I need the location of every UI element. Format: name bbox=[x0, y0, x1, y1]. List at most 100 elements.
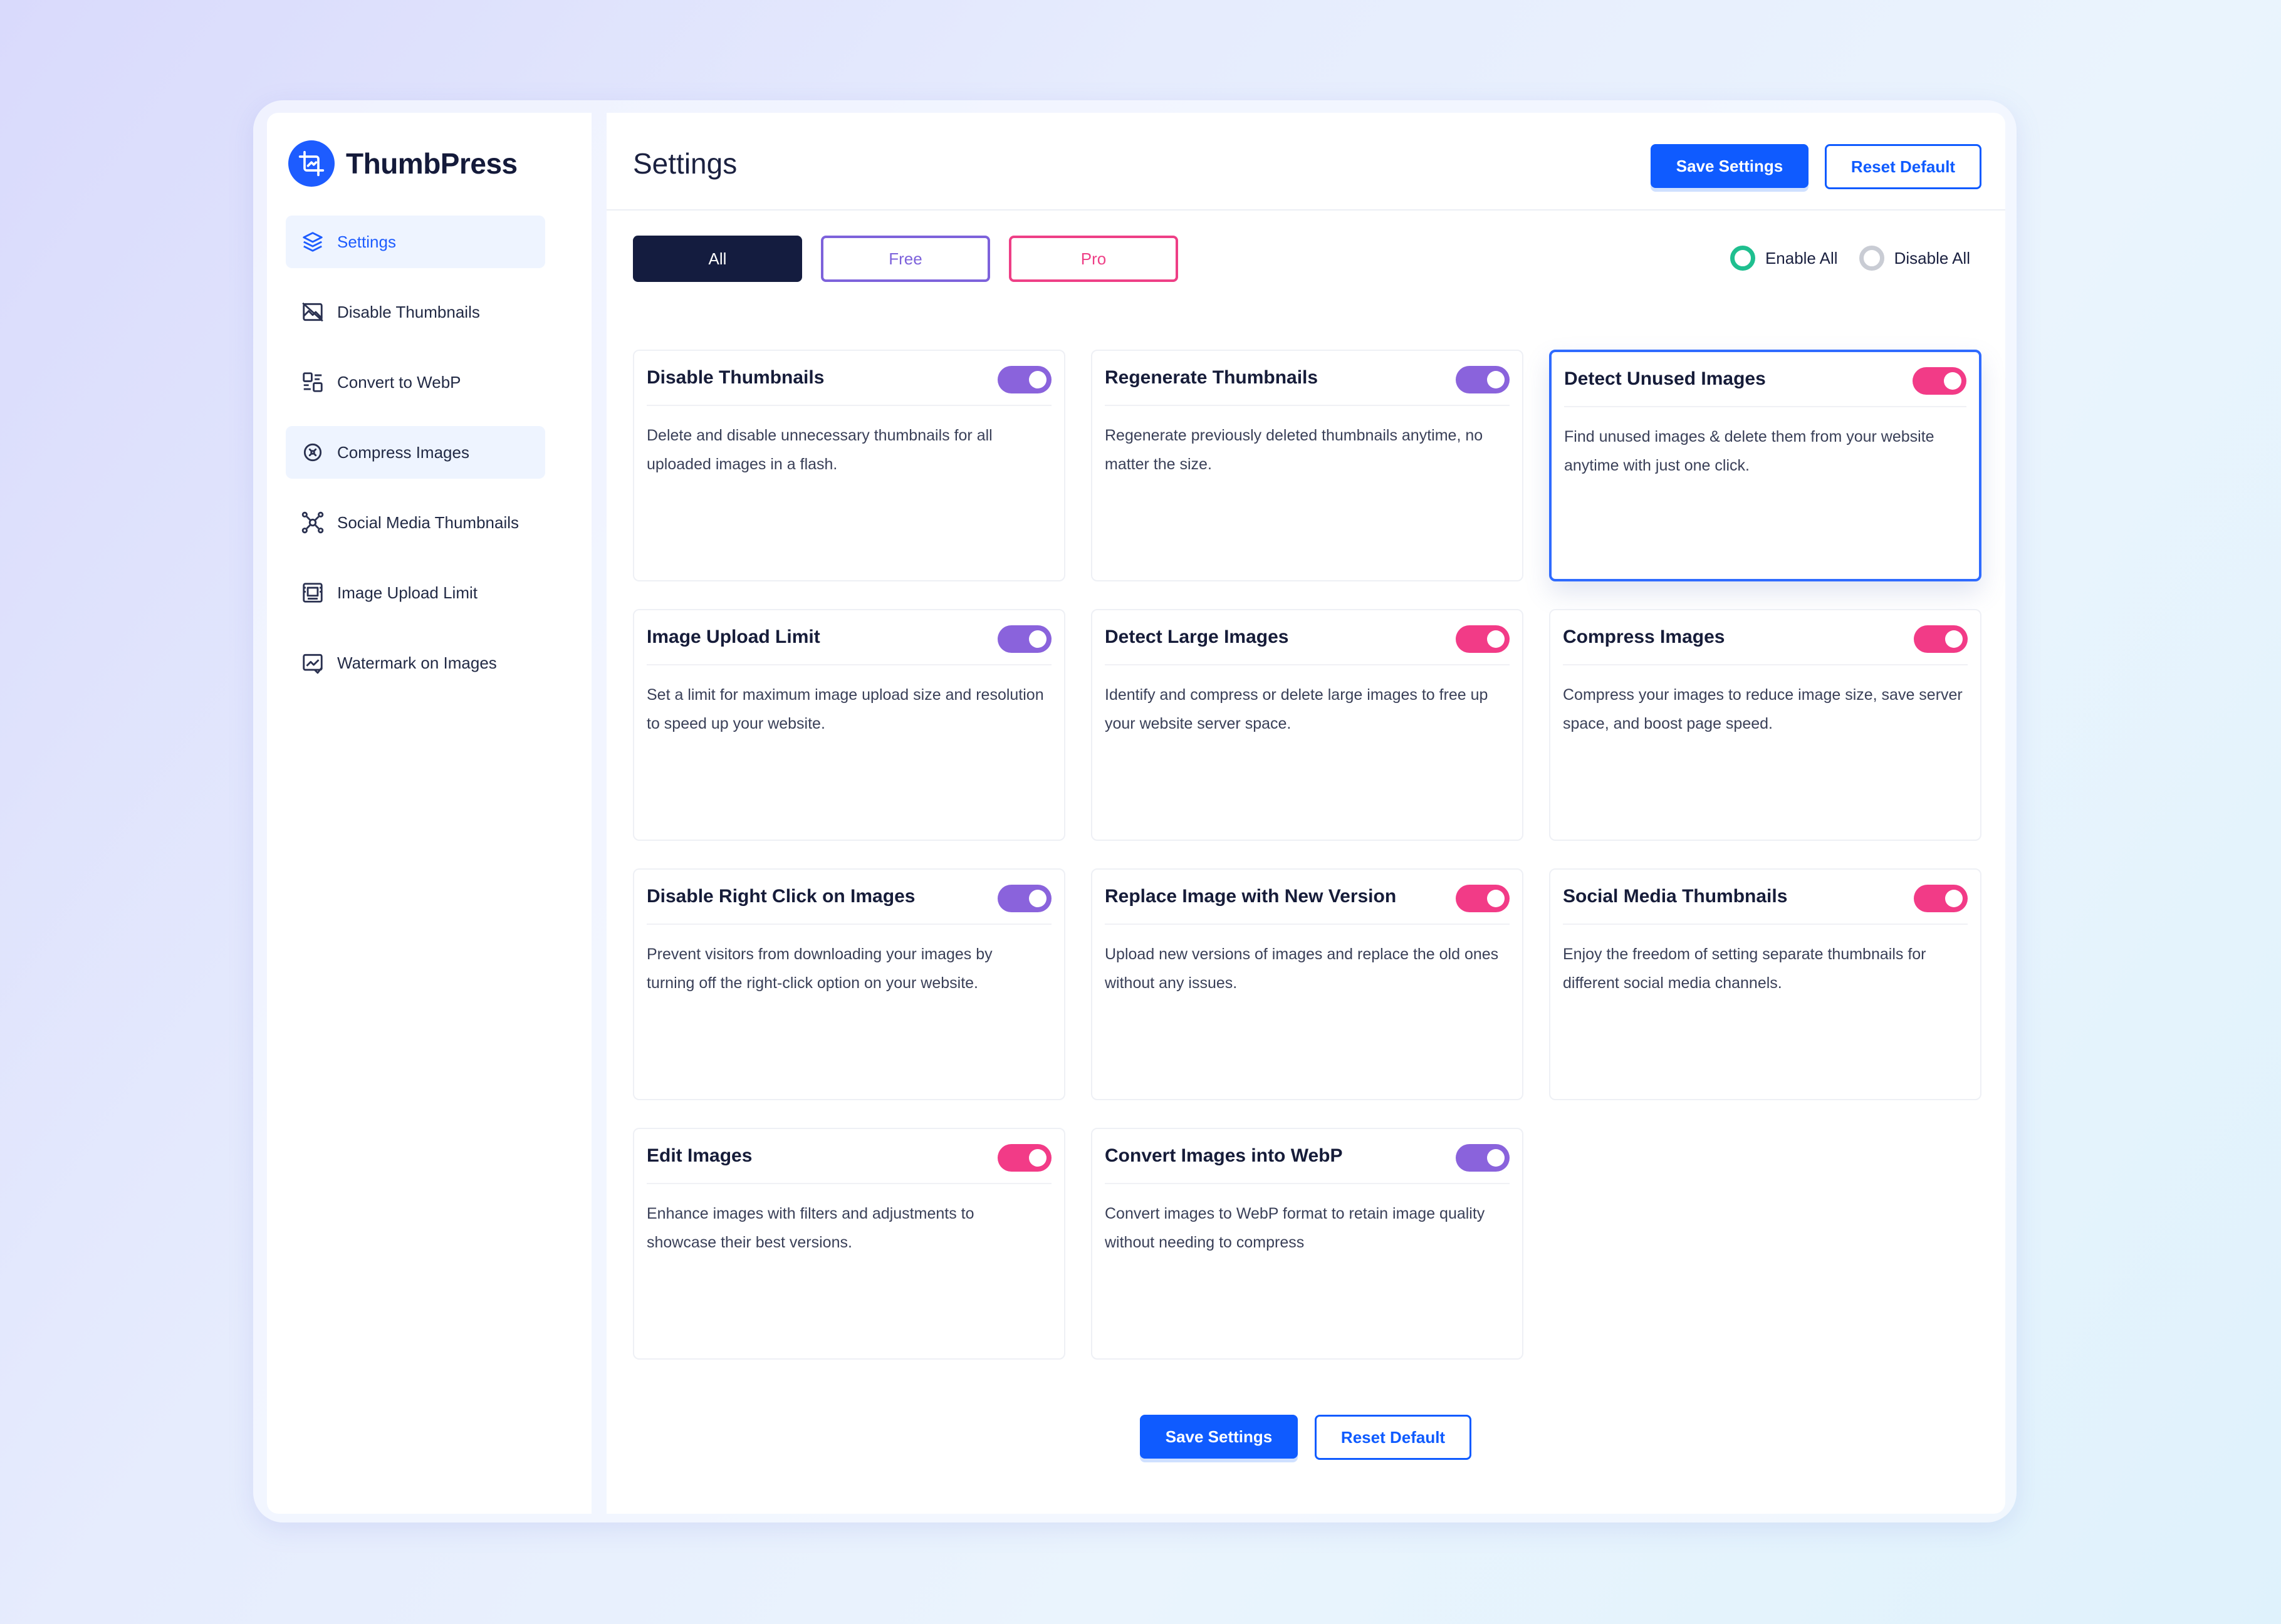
module-toggle[interactable] bbox=[1456, 366, 1510, 393]
module-description: Prevent visitors from downloading your i… bbox=[647, 945, 993, 992]
module-toggle[interactable] bbox=[1913, 367, 1966, 395]
footer-reset-default-button[interactable]: Reset Default bbox=[1315, 1415, 1471, 1460]
sidebar-item-settings[interactable]: Settings bbox=[286, 216, 545, 268]
save-settings-button[interactable]: Save Settings bbox=[1651, 144, 1809, 188]
card-divider bbox=[647, 664, 1052, 665]
toggle-knob bbox=[1487, 630, 1505, 648]
module-title: Edit Images bbox=[647, 1145, 753, 1166]
module-card: Image Upload Limit Set a limit for maxim… bbox=[633, 609, 1065, 841]
sidebar-item-watermark[interactable]: Watermark on Images bbox=[286, 637, 545, 689]
module-description: Set a limit for maximum image upload siz… bbox=[647, 686, 1044, 732]
module-title: Disable Right Click on Images bbox=[647, 886, 916, 907]
thumbpress-logo-icon bbox=[288, 140, 335, 187]
filter-all-tab[interactable]: All bbox=[633, 236, 802, 282]
toggle-knob bbox=[1945, 630, 1963, 648]
enable-all-radio[interactable] bbox=[1730, 246, 1755, 271]
card-divider bbox=[647, 1183, 1052, 1184]
module-card: Detect Unused Images Find unused images … bbox=[1549, 350, 1981, 581]
module-card: Regenerate Thumbnails Regenerate previou… bbox=[1091, 350, 1523, 581]
sidebar-item-label: Compress Images bbox=[337, 442, 469, 462]
module-toggle[interactable] bbox=[998, 625, 1052, 653]
module-title: Social Media Thumbnails bbox=[1563, 886, 1788, 907]
card-divider bbox=[1105, 664, 1510, 665]
module-toggle[interactable] bbox=[1456, 885, 1510, 912]
sidebar-item-compress-images[interactable]: Compress Images bbox=[286, 426, 545, 479]
disable-all-label: Disable All bbox=[1894, 248, 1970, 268]
module-toggle[interactable] bbox=[1456, 1144, 1510, 1172]
watermark-icon bbox=[303, 653, 323, 674]
toggle-knob bbox=[1029, 630, 1047, 648]
card-divider bbox=[1105, 405, 1510, 406]
card-divider bbox=[1105, 1183, 1510, 1184]
module-title: Compress Images bbox=[1563, 627, 1725, 647]
filter-free-tab[interactable]: Free bbox=[821, 236, 990, 282]
toggle-knob bbox=[1487, 890, 1505, 907]
module-description: Compress your images to reduce image siz… bbox=[1563, 686, 1963, 732]
module-card: Compress Images Compress your images to … bbox=[1549, 609, 1981, 841]
filter-pro-tab[interactable]: Pro bbox=[1009, 236, 1178, 282]
brand: ThumbPress bbox=[288, 140, 518, 187]
card-divider bbox=[1563, 664, 1968, 665]
sidebar-item-convert-webp[interactable]: Convert to WebP bbox=[286, 356, 545, 409]
module-toggle[interactable] bbox=[1914, 885, 1968, 912]
sidebar-item-disable-thumbnails[interactable]: Disable Thumbnails bbox=[286, 286, 545, 338]
card-divider bbox=[1564, 406, 1966, 407]
footer-save-settings-button[interactable]: Save Settings bbox=[1140, 1415, 1298, 1459]
module-card: Detect Large Images Identify and compres… bbox=[1091, 609, 1523, 841]
module-toggle[interactable] bbox=[1456, 625, 1510, 653]
sidebar-item-label: Social Media Thumbnails bbox=[337, 513, 519, 532]
toggle-knob bbox=[1945, 890, 1963, 907]
main-panel: Settings Save Settings Reset Default All… bbox=[607, 113, 2005, 1514]
reset-default-button[interactable]: Reset Default bbox=[1825, 144, 1981, 189]
card-divider bbox=[647, 924, 1052, 925]
module-card: Replace Image with New Version Upload ne… bbox=[1091, 868, 1523, 1100]
enable-all-label: Enable All bbox=[1765, 248, 1838, 268]
toggle-knob bbox=[1487, 1149, 1505, 1167]
module-description: Regenerate previously deleted thumbnails… bbox=[1105, 427, 1483, 473]
bulk-toggle-group: Enable All Disable All bbox=[1730, 246, 1970, 271]
convert-icon bbox=[303, 372, 323, 392]
module-toggle[interactable] bbox=[998, 1144, 1052, 1172]
layers-icon bbox=[303, 232, 323, 252]
module-card: Edit Images Enhance images with filters … bbox=[633, 1128, 1065, 1360]
image-off-icon bbox=[302, 302, 323, 322]
sidebar-nav: Settings Disable Thumbnails Convert to W… bbox=[286, 216, 545, 707]
module-title: Disable Thumbnails bbox=[647, 367, 825, 388]
module-description: Enhance images with filters and adjustme… bbox=[647, 1205, 974, 1251]
toggle-knob bbox=[1029, 1149, 1047, 1167]
sidebar-item-social-media-thumbnails[interactable]: Social Media Thumbnails bbox=[286, 496, 545, 549]
module-toggle[interactable] bbox=[1914, 625, 1968, 653]
module-description: Enjoy the freedom of setting separate th… bbox=[1563, 945, 1926, 992]
disable-all-radio[interactable] bbox=[1859, 246, 1884, 271]
module-card: Disable Thumbnails Delete and disable un… bbox=[633, 350, 1065, 581]
module-title: Detect Large Images bbox=[1105, 627, 1289, 647]
brand-name: ThumbPress bbox=[346, 147, 518, 180]
sidebar-item-label: Convert to WebP bbox=[337, 372, 461, 392]
main-header: Settings Save Settings Reset Default bbox=[607, 113, 2005, 211]
card-divider bbox=[1563, 924, 1968, 925]
module-title: Replace Image with New Version bbox=[1105, 886, 1397, 907]
module-description: Identify and compress or delete large im… bbox=[1105, 686, 1488, 732]
sidebar: ThumbPress Settings Disable Thumbnails C… bbox=[267, 113, 592, 1514]
sidebar-item-label: Settings bbox=[337, 232, 396, 251]
compress-icon bbox=[303, 443, 322, 462]
module-toggle[interactable] bbox=[998, 885, 1052, 912]
card-divider bbox=[1105, 924, 1510, 925]
module-description: Delete and disable unnecessary thumbnail… bbox=[647, 427, 993, 473]
sidebar-item-image-upload-limit[interactable]: Image Upload Limit bbox=[286, 566, 545, 619]
page-title: Settings bbox=[633, 147, 738, 180]
card-divider bbox=[647, 405, 1052, 406]
sidebar-item-label: Image Upload Limit bbox=[337, 583, 478, 602]
toggle-knob bbox=[1029, 890, 1047, 907]
module-description: Convert images to WebP format to retain … bbox=[1105, 1205, 1485, 1251]
module-title: Image Upload Limit bbox=[647, 627, 820, 647]
module-toggle[interactable] bbox=[998, 366, 1052, 393]
share-network-icon bbox=[301, 511, 324, 534]
module-card: Social Media Thumbnails Enjoy the freedo… bbox=[1549, 868, 1981, 1100]
toggle-knob bbox=[1029, 371, 1047, 388]
upload-limit-icon bbox=[303, 583, 323, 603]
toggle-knob bbox=[1487, 371, 1505, 388]
module-card: Disable Right Click on Images Prevent vi… bbox=[633, 868, 1065, 1100]
sidebar-item-label: Disable Thumbnails bbox=[337, 302, 480, 321]
sidebar-item-label: Watermark on Images bbox=[337, 653, 497, 672]
